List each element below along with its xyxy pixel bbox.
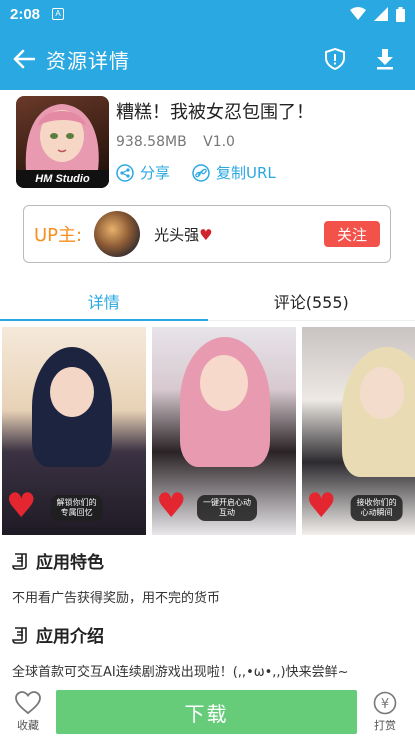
wifi-icon xyxy=(350,7,366,20)
uploader-card: UP主: 光头强♥ 关注 xyxy=(23,205,391,263)
favorite-button[interactable]: 收藏 xyxy=(0,691,56,733)
intro-title: 应用介绍 xyxy=(36,627,104,647)
tip-label: 打赏 xyxy=(374,719,396,732)
tip-button[interactable]: ¥ 打赏 xyxy=(357,691,413,733)
back-button[interactable] xyxy=(4,39,44,79)
share-button[interactable]: 分享 xyxy=(116,162,170,183)
screenshot-face xyxy=(50,367,94,417)
download-button[interactable]: 下载 xyxy=(56,690,357,734)
share-label: 分享 xyxy=(140,164,171,182)
intro-section: 应用介绍 全球首款可交互AI连续剧游戏出现啦！(,,•ω•,,)快来尝鲜~ xyxy=(12,622,349,680)
uploader-name[interactable]: 光头强♥ xyxy=(154,224,212,245)
features-title: 应用特色 xyxy=(36,553,104,573)
app-icon-artwork xyxy=(25,104,99,170)
intro-body: 全球首款可交互AI连续剧游戏出现啦！(,,•ω•,,)快来尝鲜~ xyxy=(12,665,349,680)
download-icon-button[interactable] xyxy=(367,41,403,77)
status-time: 2:08 xyxy=(10,5,41,23)
tab-bar: 详情 评论(555) xyxy=(0,281,415,321)
features-section: 应用特色 不用看广告获得奖励，用不完的货币 xyxy=(12,548,220,606)
share-icon xyxy=(116,163,134,182)
app-links: 分享 复制URL xyxy=(116,162,276,183)
download-icon xyxy=(377,49,393,70)
bottom-bar: 收藏 下载 ¥ 打赏 xyxy=(0,685,415,739)
scroll-icon xyxy=(12,626,27,644)
copy-url-label: 复制URL xyxy=(216,164,276,182)
coin-symbol: ¥ xyxy=(381,697,389,712)
status-bar: 2:08 A xyxy=(0,0,415,28)
screenshot-1[interactable]: ♥ 解锁你们的 专属回忆 xyxy=(2,327,146,535)
uploader-avatar[interactable] xyxy=(94,211,141,257)
uploader-name-text: 光头强 xyxy=(154,225,200,244)
app-size: 938.58MB xyxy=(116,134,187,150)
link-icon xyxy=(192,163,210,182)
arrow-left-icon xyxy=(13,49,35,69)
app-name: 糟糕！我被女忍包围了！ xyxy=(116,102,314,123)
app-version: V1.0 xyxy=(203,134,235,150)
heart-decoration-icon: ♥ xyxy=(156,486,187,526)
signal-icon xyxy=(374,7,388,21)
favorite-label: 收藏 xyxy=(17,719,39,732)
page-title: 资源详情 xyxy=(46,48,130,73)
screenshot-caption: 解锁你们的 专属回忆 xyxy=(50,495,103,521)
copy-url-button[interactable]: 复制URL xyxy=(192,162,276,183)
follow-button[interactable]: 关注 xyxy=(324,221,380,247)
app-icon-label: HM Studio xyxy=(16,170,109,188)
app-meta: 938.58MB V1.0 xyxy=(116,134,235,150)
screenshot-face xyxy=(360,367,404,419)
screenshot-gallery[interactable]: ♥ 解锁你们的 专属回忆 ♥ 一键开启心动 互动 ♥ 接收你们的 心动瞬间 xyxy=(0,327,415,535)
heart-decoration-icon: ♥ xyxy=(306,486,337,526)
uploader-label: UP主: xyxy=(34,225,83,246)
report-button[interactable] xyxy=(317,41,353,77)
features-title-row: 应用特色 xyxy=(12,548,220,573)
coin-icon: ¥ xyxy=(373,691,397,715)
screenshot-2[interactable]: ♥ 一键开启心动 互动 xyxy=(152,327,296,535)
app-bar: 资源详情 xyxy=(0,28,415,90)
scroll-icon xyxy=(12,552,27,570)
app-bar-actions xyxy=(317,41,403,77)
tab-details[interactable]: 详情 xyxy=(0,281,208,321)
notification-icon: A xyxy=(52,8,65,20)
features-body: 不用看广告获得奖励，用不完的货币 xyxy=(12,591,221,606)
tab-comments[interactable]: 评论(555) xyxy=(208,281,415,320)
intro-title-row: 应用介绍 xyxy=(12,622,349,647)
heart-outline-icon xyxy=(15,691,41,715)
screenshot-face xyxy=(200,355,248,411)
heart-icon: ♥ xyxy=(199,225,213,244)
screenshot-caption: 接收你们的 心动瞬间 xyxy=(350,495,403,521)
app-header: HM Studio 糟糕！我被女忍包围了！ 938.58MB V1.0 分享 复… xyxy=(16,96,406,190)
battery-icon xyxy=(396,6,405,22)
heart-decoration-icon: ♥ xyxy=(6,486,37,526)
status-icons xyxy=(350,6,405,22)
screenshot-caption: 一键开启心动 互动 xyxy=(197,495,257,521)
screenshot-3[interactable]: ♥ 接收你们的 心动瞬间 xyxy=(302,327,415,535)
shield-alert-icon xyxy=(325,48,345,70)
app-icon: HM Studio xyxy=(16,96,109,188)
